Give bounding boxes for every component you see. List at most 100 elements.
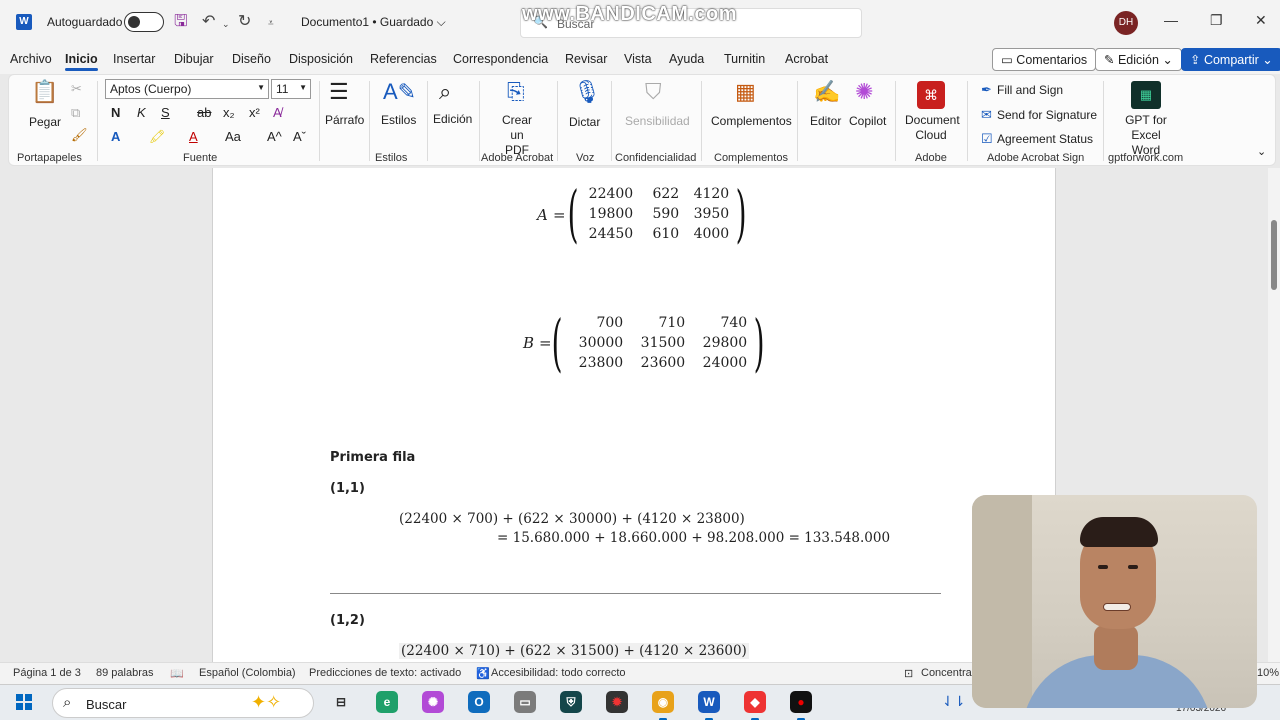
comments-button[interactable]: ▭ Comentarios	[992, 48, 1097, 71]
styles-label[interactable]: Estilos	[381, 113, 416, 127]
anydesk-icon[interactable]: ◆	[744, 691, 766, 720]
grow-font-icon[interactable]: A^	[267, 129, 282, 144]
close-icon[interactable]: ✕	[1255, 12, 1267, 29]
font-name-field[interactable]: Aptos (Cuerpo) ▼	[105, 79, 269, 99]
dictate-label[interactable]: Dictar	[569, 115, 600, 129]
addins-label[interactable]: Complementos	[711, 114, 792, 128]
game-app-icon[interactable]: ✹	[606, 691, 628, 713]
cut-icon[interactable]: ✂	[71, 81, 82, 97]
redo-icon[interactable]: ↻	[238, 12, 251, 32]
styles-icon[interactable]: A✎	[383, 79, 416, 105]
subscript-button[interactable]: x₂	[223, 105, 235, 120]
tab-ayuda[interactable]: Ayuda	[669, 52, 704, 66]
highlight-color-icon[interactable]: 🖍	[149, 129, 166, 145]
agreement-status-label[interactable]: Agreement Status	[997, 132, 1093, 146]
matrix-b-grid: 700 710 740 30000 31500 29800 23800 23600 24000	[569, 314, 748, 372]
document-page[interactable]: A = ( 22400 622 4120 19800 590 3950 24450 610 40…	[212, 168, 1056, 662]
document-title[interactable]: Documento1 • Guardado ⌵	[301, 15, 446, 30]
text-predictions[interactable]: Predicciones de texto: activado	[309, 667, 461, 679]
underline-button[interactable]: S	[161, 105, 170, 120]
tab-vista[interactable]: Vista	[624, 52, 652, 66]
outlook-icon[interactable]: O	[468, 691, 490, 713]
save-icon[interactable]: 🖫	[174, 12, 188, 32]
tab-disposicion[interactable]: Disposición	[289, 52, 353, 66]
send-signature-label[interactable]: Send for Signature	[997, 108, 1097, 122]
bold-button[interactable]: N	[111, 105, 120, 120]
fill-sign-label[interactable]: Fill and Sign	[997, 83, 1063, 97]
font-size-field[interactable]: 11 ▼	[271, 79, 311, 99]
agreement-status-icon[interactable]: ☑	[981, 131, 993, 147]
italic-button[interactable]: K	[137, 105, 146, 120]
send-signature-icon[interactable]: ✉	[981, 107, 992, 123]
avatar[interactable]: DH	[1114, 11, 1138, 35]
bandicam-icon[interactable]: ●	[790, 691, 812, 720]
text-effects-icon[interactable]: A	[111, 129, 120, 144]
tab-correspondencia[interactable]: Correspondencia	[453, 52, 548, 66]
chrome-icon[interactable]: ◉	[652, 691, 674, 720]
tab-turnitin[interactable]: Turnitin	[724, 52, 765, 66]
document-cloud-label[interactable]: Document Cloud	[905, 113, 960, 143]
editor-label[interactable]: Editor	[810, 114, 841, 128]
focus-mode[interactable]: Concentrac	[921, 667, 977, 679]
create-pdf-icon[interactable]: ⎘	[507, 79, 525, 105]
undo-chevron-icon[interactable]: ⌄	[222, 14, 230, 34]
copilot-label[interactable]: Copilot	[849, 114, 886, 128]
vertical-scrollbar[interactable]	[1268, 168, 1280, 662]
edge-icon[interactable]: e	[376, 691, 398, 713]
superscript-button[interactable]: x²	[249, 105, 260, 120]
font-color-icon[interactable]: A	[189, 129, 198, 144]
change-case-icon[interactable]: Aa	[225, 129, 241, 144]
editor-icon[interactable]: ✍	[813, 79, 840, 105]
copilot-app-icon[interactable]: ✺	[422, 691, 444, 713]
zoom-level[interactable]: 10%	[1257, 667, 1279, 679]
autosave-toggle[interactable]	[124, 12, 164, 32]
tab-insertar[interactable]: Insertar	[113, 52, 155, 66]
microphone-icon[interactable]: 🎙	[573, 79, 601, 105]
tab-archivo[interactable]: Archivo	[10, 52, 52, 66]
weather-icon[interactable]: ⇃⇂	[942, 693, 965, 710]
strikethrough-button[interactable]: ab	[197, 105, 211, 120]
collapse-ribbon-icon[interactable]: ⌄	[1257, 145, 1266, 158]
tab-referencias[interactable]: Referencias	[370, 52, 437, 66]
fill-sign-icon[interactable]: ✒	[981, 82, 992, 98]
minimize-icon[interactable]: —	[1164, 12, 1178, 28]
taskbar-search[interactable]: ⌕ Buscar ✦✧	[52, 688, 314, 718]
editing-mode-button[interactable]: ✎ Edición ⌄	[1095, 48, 1182, 71]
share-button[interactable]: ⇪ Compartir ⌄	[1181, 48, 1280, 71]
maximize-icon[interactable]: ❐	[1210, 12, 1223, 29]
tab-dibujar[interactable]: Dibujar	[174, 52, 214, 66]
security-app-icon[interactable]: ⛨	[560, 691, 582, 713]
windows-start-icon[interactable]	[16, 694, 32, 710]
format-painter-icon[interactable]: 🖌	[71, 127, 88, 143]
editing-label[interactable]: Edición	[433, 112, 472, 126]
paste-label[interactable]: Pegar	[29, 115, 61, 129]
find-icon[interactable]: ⌕	[439, 79, 451, 105]
matrix_b-cell: 31500	[640, 335, 686, 351]
copilot-icon[interactable]: ✺	[855, 79, 873, 105]
adobe-pdf-icon[interactable]: ⌘	[917, 81, 945, 109]
undo-icon[interactable]: ↶	[202, 12, 215, 32]
language[interactable]: Español (Colombia)	[199, 667, 296, 679]
tab-acrobat[interactable]: Acrobat	[785, 52, 828, 66]
paragraph-label[interactable]: Párrafo	[325, 113, 364, 127]
task-view-icon[interactable]: ⊟	[330, 691, 352, 713]
clear-formatting-icon[interactable]: A̸	[273, 105, 282, 120]
paste-icon[interactable]: 📋	[31, 79, 58, 105]
page-count[interactable]: Página 1 de 3	[13, 667, 81, 679]
paragraph-icon[interactable]: ☰	[329, 79, 349, 105]
tab-inicio[interactable]: Inicio	[65, 52, 98, 71]
proofing-icon[interactable]: 📖	[170, 667, 184, 680]
shrink-font-icon[interactable]: Aˇ	[293, 129, 306, 144]
accessibility-status[interactable]: Accesibilidad: todo correcto	[491, 667, 626, 679]
word-app-icon[interactable]: W	[698, 691, 720, 720]
file-explorer-icon[interactable]: ▭	[514, 691, 536, 713]
scrollbar-thumb[interactable]	[1271, 220, 1277, 290]
addins-icon[interactable]: ▦	[735, 79, 756, 105]
customize-qat-icon[interactable]: ⩡	[268, 14, 274, 34]
gpt-icon[interactable]: ▦	[1131, 81, 1161, 109]
copy-icon[interactable]: ⧉	[71, 105, 80, 121]
equation-1-2-line1[interactable]: (22400 × 710) + (622 × 31500) + (4120 × …	[399, 643, 749, 659]
word-count[interactable]: 89 palabras	[96, 667, 154, 679]
tab-revisar[interactable]: Revisar	[565, 52, 607, 66]
tab-diseno[interactable]: Diseño	[232, 52, 271, 66]
